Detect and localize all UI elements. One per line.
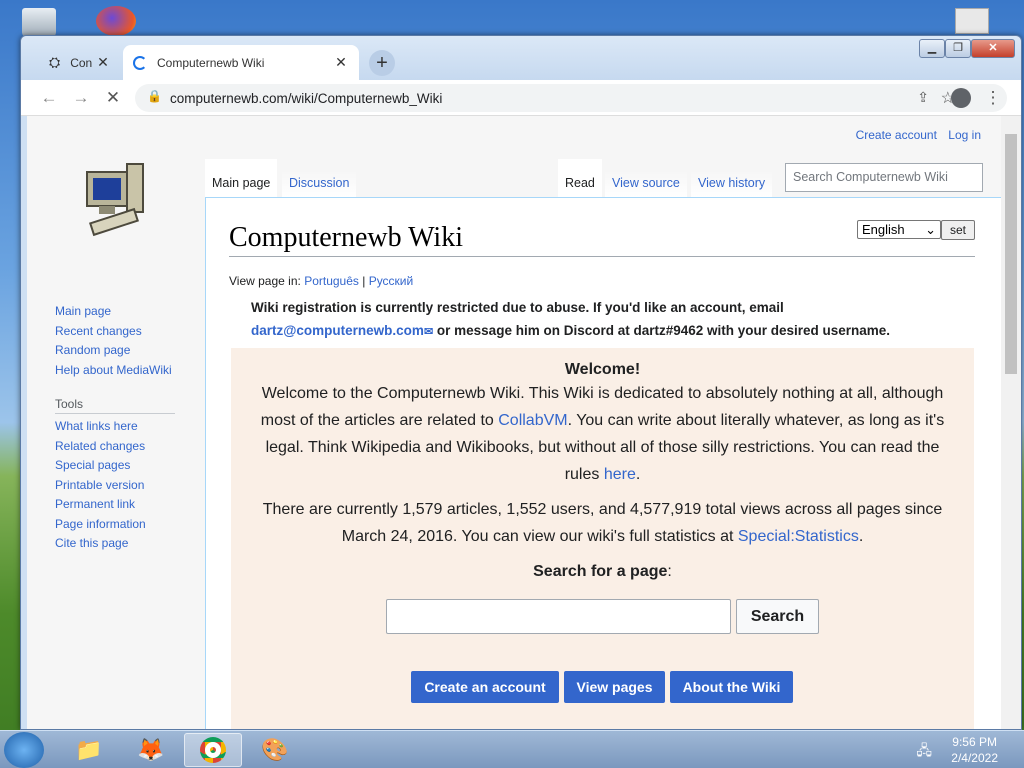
sidebar-item-main-page[interactable]: Main page (55, 302, 205, 322)
tab-inactive[interactable]: ⛭ Con ✕ (39, 45, 121, 80)
forward-icon[interactable]: → (69, 86, 93, 110)
tab-title: Con (70, 55, 93, 70)
tab-strip: ⛭ Con ✕ Computernewb Wiki ✕ + ▁ ❐ ✕ (21, 36, 1021, 80)
login-link[interactable]: Log in (948, 128, 981, 142)
view-in-label: View page in: (229, 274, 301, 288)
create-account-link[interactable]: Create account (856, 128, 937, 142)
recycle-bin-icon[interactable] (22, 8, 56, 38)
tab-close-icon[interactable]: ✕ (333, 54, 349, 71)
close-window-button[interactable]: ✕ (971, 39, 1015, 58)
tab-favicon-icon: ⛭ (49, 54, 61, 70)
minimize-button[interactable]: ▁ (919, 39, 945, 58)
sidebar-item-special-pages[interactable]: Special pages (55, 456, 205, 476)
email-link[interactable]: dartz@computernewb.com (251, 323, 424, 338)
browser-toolbar: ← → ✕ 🔒 computernewb.com/wiki/Computerne… (21, 80, 1021, 116)
network-icon[interactable]: 🖧 (916, 740, 932, 764)
statistics-link[interactable]: Special:Statistics (738, 528, 859, 545)
sidebar-item-recent-changes[interactable]: Recent changes (55, 322, 205, 342)
new-tab-button[interactable]: + (369, 50, 395, 76)
tab-discussion[interactable]: Discussion (282, 159, 357, 197)
wiki-logo-icon[interactable] (79, 154, 149, 238)
tools-header: Tools (55, 397, 175, 414)
view-page-in: View page in: Português | Русский (229, 274, 413, 288)
sidebar-item-what-links-here[interactable]: What links here (55, 417, 205, 437)
tab-view-history[interactable]: View history (691, 159, 773, 197)
welcome-heading: Welcome! (564, 361, 641, 378)
browser-window: ⛭ Con ✕ Computernewb Wiki ✕ + ▁ ❐ ✕ ← → … (20, 35, 1022, 730)
sidebar-item-help[interactable]: Help about MediaWiki (55, 361, 205, 381)
scrollbar-thumb[interactable] (1005, 134, 1017, 374)
notice-text-2: or message him on Discord at dartz#9462 … (433, 323, 891, 338)
rules-link[interactable]: here (604, 466, 636, 483)
share-icon[interactable]: ⇪ (917, 89, 929, 106)
personal-tools: Create account Log in (848, 128, 981, 142)
chevron-down-icon: ⌄ (925, 222, 936, 237)
tab-read[interactable]: Read (558, 159, 602, 197)
tab-main-page[interactable]: Main page (205, 159, 278, 197)
address-bar[interactable]: 🔒 computernewb.com/wiki/Computernewb_Wik… (135, 84, 1007, 112)
menu-kebab-icon[interactable]: ⋮ (981, 86, 1005, 110)
url-text[interactable]: computernewb.com/wiki/Computernewb_Wiki (170, 91, 442, 106)
start-button[interactable] (4, 732, 44, 768)
set-language-button[interactable]: set (941, 220, 975, 240)
document-desktop-icon[interactable] (955, 8, 989, 34)
search-heading: Search for a page: (533, 563, 672, 580)
main-content: Computernewb Wiki English ⌄ set View page… (205, 197, 1001, 729)
registration-notice: Wiki registration is currently restricte… (251, 296, 941, 344)
sidebar: Main page Recent changes Random page Hel… (55, 302, 205, 554)
tab-view-source[interactable]: View source (605, 159, 687, 197)
chrome-taskbar-icon[interactable] (184, 733, 242, 767)
about-wiki-button[interactable]: About the Wiki (670, 671, 793, 703)
lang-link-portugues[interactable]: Português (304, 274, 359, 288)
lock-icon[interactable]: 🔒 (147, 89, 162, 103)
sidebar-item-printable-version[interactable]: Printable version (55, 476, 205, 496)
view-pages-button[interactable]: View pages (564, 671, 665, 703)
back-icon[interactable]: ← (37, 86, 61, 110)
sidebar-item-random-page[interactable]: Random page (55, 341, 205, 361)
profile-icon[interactable] (949, 86, 973, 110)
language-value: English (862, 222, 905, 237)
loading-spinner-icon (133, 55, 147, 70)
page-search-input[interactable] (386, 599, 731, 634)
sidebar-item-page-information[interactable]: Page information (55, 515, 205, 535)
welcome-text-3: . (635, 466, 641, 483)
sidebar-item-related-changes[interactable]: Related changes (55, 437, 205, 457)
lang-link-russian[interactable]: Русский (369, 274, 414, 288)
explorer-taskbar-icon[interactable]: 📁 (60, 733, 118, 767)
welcome-box: Welcome! Welcome to the Computernewb Wik… (231, 348, 974, 729)
language-select[interactable]: English ⌄ (857, 220, 941, 239)
stop-icon[interactable]: ✕ (101, 86, 125, 110)
stats-text-2: . (858, 528, 864, 545)
maximize-button[interactable]: ❐ (945, 39, 971, 58)
wiki-search-input[interactable]: Search Computernewb Wiki (785, 163, 983, 192)
search-heading-text: Search for a page (533, 563, 668, 580)
tab-active[interactable]: Computernewb Wiki ✕ (123, 45, 359, 80)
search-button[interactable]: Search (736, 599, 819, 634)
welcome-paragraph: Welcome to the Computernewb Wiki. This W… (247, 380, 958, 488)
tab-close-icon[interactable]: ✕ (95, 54, 111, 71)
tab-title: Computernewb Wiki (157, 55, 265, 70)
clock[interactable]: 9:56 PM 2/4/2022 (951, 734, 998, 766)
page-viewport: Create account Log in Main page Recent c… (27, 116, 1001, 729)
create-account-button[interactable]: Create an account (411, 671, 559, 703)
sidebar-item-permanent-link[interactable]: Permanent link (55, 495, 205, 515)
mail-icon: ✉ (423, 326, 434, 338)
page-scrollbar[interactable] (1001, 116, 1021, 729)
notice-text: Wiki registration is currently restricte… (251, 300, 784, 315)
firefox-taskbar-icon[interactable]: 🦊 (122, 733, 180, 767)
sidebar-item-cite[interactable]: Cite this page (55, 534, 205, 554)
stats-paragraph: There are currently 1,579 articles, 1,55… (247, 496, 958, 550)
collabvm-link[interactable]: CollabVM (498, 412, 567, 429)
clock-date: 2/4/2022 (951, 751, 998, 765)
paint-taskbar-icon[interactable]: 🎨 (246, 733, 304, 767)
clock-time: 9:56 PM (952, 735, 997, 749)
taskbar: 📁 🦊 🎨 🖧 9:56 PM 2/4/2022 (0, 730, 1024, 768)
firefox-desktop-icon[interactable] (96, 6, 136, 36)
